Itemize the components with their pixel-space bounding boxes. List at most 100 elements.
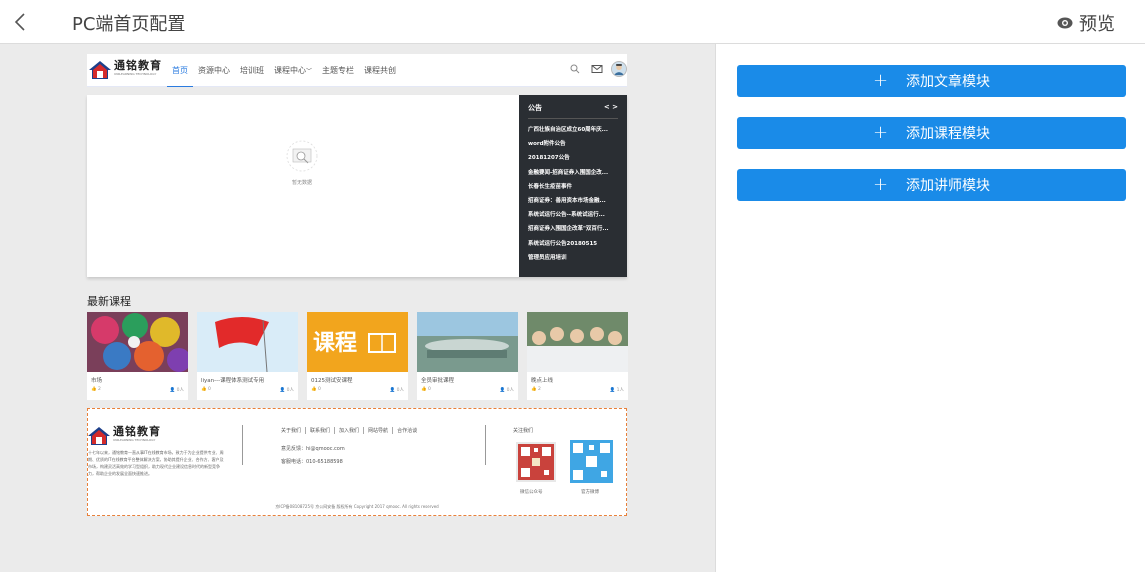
nav-item-co-create[interactable]: 课程共创 [359,54,401,87]
user-avatar[interactable] [611,61,627,77]
footer-divider [485,425,486,465]
add-article-module-button[interactable]: + 添加文章模块 [737,65,1126,97]
notice-item[interactable]: 金融要闻-招商证券入围国企改... [528,166,618,180]
learner-count: 👤 1人 [609,388,624,393]
like-count: 👍 0 [201,387,211,392]
site-nav: 通铭教育 UNILEARNING TECHNOLOGY 首页 资源中心 培训班 … [87,54,627,87]
course-card[interactable]: liyan---课程体系测试专用 👍 0 👤 0人 [197,312,298,400]
course-list: 市场 👍 2 👤 0人 liyan---课程体系测试专用 👍 0 👤 0人 课程 [87,312,628,400]
course-name: 0125测试安课程 [311,378,353,384]
notice-item[interactable]: 长春长生疫苗事件 [528,180,618,194]
chevron-right-icon[interactable]: > [612,103,618,111]
course-card[interactable]: 全员审批课程 👍 0 👤 0人 [417,312,518,400]
qr2-label: 官方微博 [581,490,599,495]
notice-item[interactable]: 管理员应用培训 [528,251,618,265]
notice-item[interactable]: 招商证券入围国企改革"双百行... [528,222,618,236]
chevron-down-icon: ﹀ [306,68,313,75]
course-name: 市场 [91,378,103,384]
like-value: 2 [98,387,101,392]
course-thumbnail: 课程 [307,312,408,372]
like-value: 0 [318,387,321,392]
footer-links: 关于我们 联系我们 加入我们 网站导航 合作洽谈 [281,427,425,434]
banner-area: 暂无数据 公告 < > 广西壮族自治区成立60周年庆... word附件公告 2… [87,95,627,277]
logo-text: 通铭教育 [114,59,162,72]
add-lecturer-module-button[interactable]: + 添加讲师模块 [737,169,1126,201]
learner-count: 👤 0人 [389,388,404,393]
learner-value: 0人 [176,388,184,393]
notice-item[interactable]: 广西壮族自治区成立60周年庆... [528,123,618,137]
preview-label: 预览 [1079,14,1115,35]
footer-link[interactable]: 联系我们 [310,427,336,434]
nav-item-resources[interactable]: 资源中心 [193,54,235,87]
footer-phone: 客服电话：010-65188598 [281,459,343,465]
top-bar: PC端首页配置 预览 [0,0,1145,44]
nav-item-course-center[interactable]: 课程中心﹀ [269,54,317,87]
module-panel: + 添加文章模块 + 添加课程模块 + 添加讲师模块 [715,44,1145,572]
notice-item[interactable]: 20181207公告 [528,151,618,165]
footer-divider [242,425,243,465]
like-count: 👍 2 [531,387,541,392]
search-icon[interactable] [569,63,581,75]
weibo-qr-code [570,440,613,483]
footer-feedback: 意见反馈：hi@qmooc.com [281,446,345,452]
learner-value: 0人 [396,388,404,393]
empty-state-text: 暂无数据 [291,180,312,186]
back-arrow-icon[interactable] [10,10,32,34]
footer-logo: 通铭教育 UNILEARNING TECHNOLOGY [88,426,161,446]
course-name: 全员审批课程 [421,378,455,384]
logo-subtitle: UNILEARNING TECHNOLOGY [114,72,157,76]
notice-pager: < > [604,103,618,113]
footer-copyright: 京ICP备08108725号 京公网安备 版权所有 Copyright 2017… [275,504,439,509]
footer-link[interactable]: 网站导航 [368,427,394,434]
nav-item-training[interactable]: 培训班 [235,54,269,87]
preview-button[interactable]: 预览 [1057,10,1115,36]
footer-link[interactable]: 加入我们 [339,427,365,434]
site-preview: 通铭教育 UNILEARNING TECHNOLOGY 首页 资源中心 培训班 … [87,54,628,516]
button-label: 添加课程模块 [906,126,991,142]
site-menu: 首页 资源中心 培训班 课程中心﹀ 主题专栏 课程共创 [167,54,401,87]
learner-count: 👤 0人 [499,388,514,393]
notice-item[interactable]: word附件公告 [528,137,618,151]
chevron-left-icon[interactable]: < [604,103,610,111]
logo-house-icon [89,61,111,79]
footer-link[interactable]: 合作洽谈 [397,427,421,434]
page-title: PC端首页配置 [72,14,186,35]
notice-panel: 公告 < > 广西壮族自治区成立60周年庆... word附件公告 201812… [519,95,627,277]
eye-icon [1057,17,1073,29]
course-card[interactable]: 课程 0125测试安课程 👍 0 👤 0人 [307,312,408,400]
nav-item-home[interactable]: 首页 [167,54,193,87]
learner-count: 👤 0人 [169,388,184,393]
footer-link[interactable]: 关于我们 [281,427,307,434]
nav-item-topics[interactable]: 主题专栏 [317,54,359,87]
preview-canvas: 通铭教育 UNILEARNING TECHNOLOGY 首页 资源中心 培训班 … [0,44,715,572]
mail-icon[interactable] [591,63,603,75]
site-logo[interactable]: 通铭教育 UNILEARNING TECHNOLOGY [89,60,162,80]
like-count: 👍 2 [91,387,101,392]
learner-count: 👤 0人 [279,388,294,393]
course-thumbnail [87,312,188,372]
notice-item[interactable]: 招商证券：善用资本市场金融... [528,194,618,208]
course-card[interactable]: 市场 👍 2 👤 0人 [87,312,188,400]
course-card[interactable]: 晚点上线 👍 2 👤 1人 [527,312,628,400]
logo-house-icon [88,427,110,445]
course-thumbnail [197,312,298,372]
nav-actions [559,61,627,77]
course-name: 晚点上线 [531,378,554,384]
site-footer[interactable]: 通铭教育 UNILEARNING TECHNOLOGY 十七年以来，通铭教育一直… [87,408,627,516]
notice-item[interactable]: 系统试运行公告--系统试运行... [528,208,618,222]
plus-icon: + [872,174,889,195]
button-label: 添加讲师模块 [906,178,991,194]
add-course-module-button[interactable]: + 添加课程模块 [737,117,1126,149]
button-label: 添加文章模块 [906,74,991,90]
notice-item[interactable]: 系统试运行公告20180515 [528,237,618,251]
course-thumbnail [417,312,518,372]
like-count: 👍 0 [421,387,431,392]
learner-value: 0人 [506,388,514,393]
like-value: 0 [428,387,431,392]
like-value: 0 [208,387,211,392]
wechat-qr-code [516,442,556,482]
nav-item-label: 课程中心 [274,66,306,75]
course-name: liyan---课程体系测试专用 [201,378,265,384]
footer-logo-subtitle: UNILEARNING TECHNOLOGY [113,438,156,442]
no-data-icon [286,140,318,172]
